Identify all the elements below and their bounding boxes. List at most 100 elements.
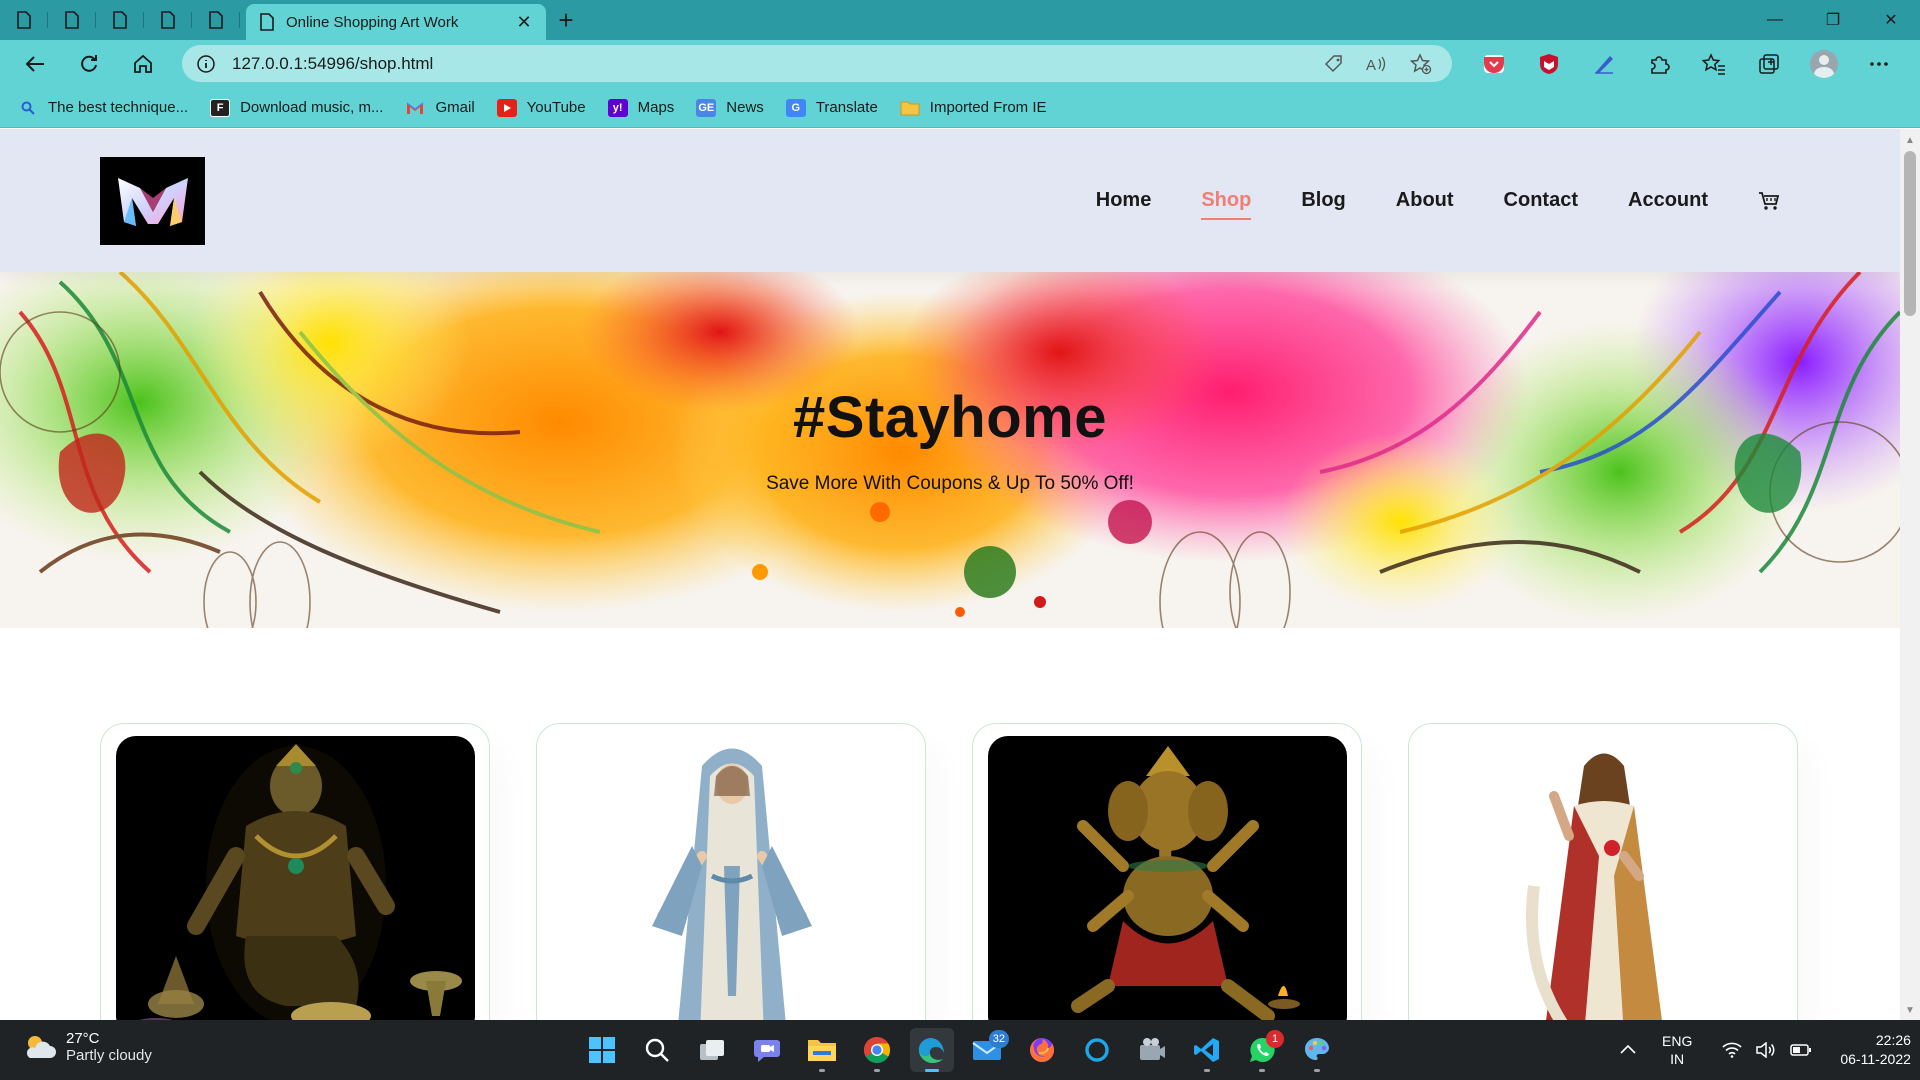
teams-chat-button[interactable] (745, 1028, 789, 1072)
refresh-button[interactable] (62, 44, 116, 84)
search-button[interactable] (635, 1028, 679, 1072)
cart-button[interactable] (1758, 191, 1780, 211)
banner-text: #Stayhome Save More With Coupons & Up To… (0, 384, 1900, 495)
info-icon[interactable] (196, 54, 216, 74)
settings-menu-button[interactable] (1851, 40, 1906, 88)
close-tab-icon[interactable]: ✕ (514, 12, 534, 33)
nav-account[interactable]: Account (1628, 189, 1708, 212)
pinned-tab-2[interactable] (48, 0, 96, 40)
minimize-button[interactable]: — (1746, 0, 1804, 40)
clock[interactable]: 22:26 06-11-2022 (1840, 1031, 1911, 1069)
collections-button[interactable] (1741, 40, 1796, 88)
show-hidden-icons-button[interactable] (1620, 1041, 1636, 1059)
paint-button[interactable] (1295, 1028, 1339, 1072)
pinned-tab-3[interactable] (96, 0, 144, 40)
firefox-button[interactable] (1020, 1028, 1064, 1072)
partly-cloudy-icon (26, 1036, 56, 1058)
product-card[interactable] (972, 723, 1362, 1020)
pen-extension[interactable] (1576, 40, 1631, 88)
favorite-label: YouTube (526, 99, 586, 116)
site-logo[interactable] (100, 156, 205, 245)
nav-blog[interactable]: Blog (1301, 189, 1345, 212)
chevron-up-icon (1620, 1044, 1636, 1054)
tag-icon[interactable] (1324, 54, 1344, 74)
product-image-mary[interactable] (552, 736, 911, 1020)
language-indicator[interactable]: ENG IN (1662, 1032, 1692, 1068)
product-card[interactable] (536, 723, 926, 1020)
running-indicator (1204, 1069, 1210, 1072)
mary-statue-image (652, 748, 812, 1020)
favorite-label: News (726, 99, 764, 116)
svg-text:A: A (1366, 57, 1376, 74)
running-indicator (819, 1069, 825, 1072)
pinned-tab-5[interactable] (192, 0, 240, 40)
quick-settings[interactable] (1722, 1042, 1812, 1058)
profile-button[interactable] (1796, 40, 1851, 88)
favorite-item[interactable]: YouTube (496, 98, 586, 117)
nav-home[interactable]: Home (1096, 189, 1152, 212)
news-icon: GE (696, 98, 717, 117)
favorite-item[interactable]: GE News (696, 98, 764, 117)
back-arrow-icon (25, 56, 44, 72)
jesus-statue-image (1526, 753, 1662, 1020)
battery-icon (1790, 1044, 1812, 1056)
favorite-item[interactable]: Gmail (405, 99, 475, 117)
whatsapp-badge: 1 (1266, 1030, 1284, 1048)
page-scrollbar[interactable]: ▲ ▼ (1900, 129, 1920, 1020)
favorite-item[interactable]: The best technique... (18, 99, 188, 117)
new-tab-button[interactable]: + (546, 0, 586, 40)
read-aloud-icon[interactable]: A (1366, 54, 1388, 74)
cortana-button[interactable] (1075, 1028, 1119, 1072)
edge-button[interactable] (910, 1028, 954, 1072)
scroll-up-icon[interactable]: ▲ (1905, 135, 1915, 146)
pocket-extension[interactable] (1466, 40, 1521, 88)
product-image-ganesha[interactable] (988, 736, 1347, 1020)
pocket-icon (1483, 55, 1504, 73)
chrome-button[interactable] (855, 1028, 899, 1072)
nav-shop[interactable]: Shop (1201, 189, 1252, 220)
favorite-item[interactable]: F Download music, m... (210, 98, 384, 117)
translate-icon: G (785, 98, 806, 117)
product-card[interactable] (1408, 723, 1798, 1020)
close-window-button[interactable]: ✕ (1862, 0, 1920, 40)
back-button[interactable] (8, 44, 62, 84)
product-image-hanuman[interactable] (116, 736, 475, 1020)
active-tab[interactable]: Online Shopping Art Work ✕ (246, 4, 546, 40)
weather-widget[interactable]: 27°C Partly cloudy (22, 1030, 152, 1064)
pinned-tab-4[interactable] (144, 0, 192, 40)
favorite-item[interactable]: Imported From IE (900, 99, 1047, 117)
search-icon (645, 1038, 669, 1062)
task-view-button[interactable] (690, 1028, 734, 1072)
product-card[interactable] (100, 723, 490, 1020)
page-icon (209, 11, 223, 29)
restore-button[interactable]: ❐ (1804, 0, 1862, 40)
favorite-label: Translate (815, 99, 878, 116)
favorite-label: Imported From IE (929, 99, 1047, 116)
video-editor-button[interactable] (1130, 1028, 1174, 1072)
favorite-item[interactable]: y! Maps (607, 98, 674, 117)
nav-contact[interactable]: Contact (1504, 189, 1578, 212)
pinned-tab-1[interactable] (0, 0, 48, 40)
mail-button[interactable]: 32 (965, 1028, 1009, 1072)
scroll-thumb[interactable] (1904, 151, 1916, 316)
mcafee-extension[interactable] (1521, 40, 1576, 88)
add-favorite-icon[interactable] (1410, 52, 1432, 75)
nav-about[interactable]: About (1396, 189, 1454, 212)
chrome-icon (863, 1036, 891, 1064)
url-field[interactable]: 127.0.0.1:54996/shop.html A (182, 45, 1452, 82)
favorite-item[interactable]: G Translate (785, 98, 878, 117)
start-button[interactable] (580, 1028, 624, 1072)
product-image-jesus[interactable] (1424, 736, 1783, 1020)
page-icon (113, 11, 127, 29)
yahoo-icon: y! (607, 98, 628, 117)
whatsapp-button[interactable]: 1 (1240, 1028, 1284, 1072)
favorite-label: Download music, m... (240, 99, 384, 116)
scroll-down-icon[interactable]: ▼ (1905, 1005, 1915, 1016)
extensions-button[interactable] (1631, 40, 1686, 88)
favorites-button[interactable] (1686, 40, 1741, 88)
system-tray: ENG IN 22:26 06-11-2022 (1620, 1020, 1911, 1080)
cortana-ring-icon (1085, 1038, 1109, 1062)
vscode-button[interactable] (1185, 1028, 1229, 1072)
file-explorer-button[interactable] (800, 1028, 844, 1072)
home-button[interactable] (116, 44, 170, 84)
